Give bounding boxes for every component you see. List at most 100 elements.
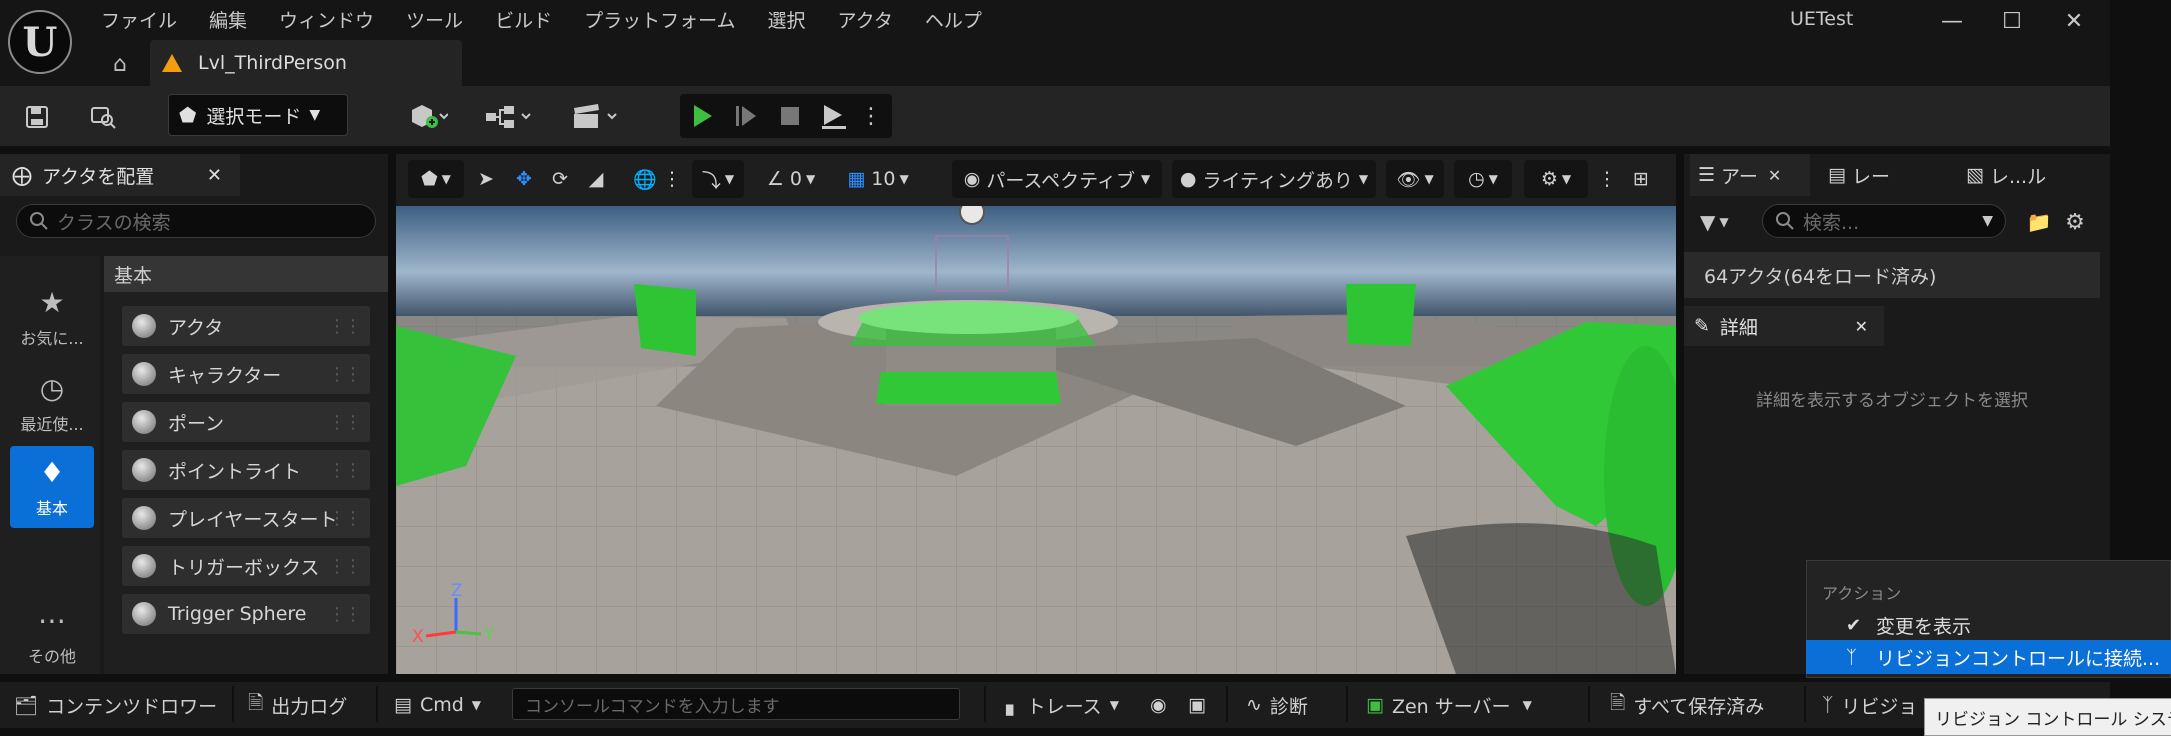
divider: [1804, 686, 1806, 722]
perspective-dropdown[interactable]: ◉ パースペクティブ ▼: [952, 160, 1162, 198]
drag-handle-icon[interactable]: ⋮⋮: [328, 604, 362, 625]
play-icon[interactable]: [680, 94, 724, 138]
zen-server-dropdown[interactable]: ▣ Zen サーバー ▼: [1366, 686, 1532, 724]
lighting-dropdown[interactable]: ● ライティングあり ▼: [1172, 160, 1376, 198]
translate-tool-icon[interactable]: ✥: [508, 160, 540, 198]
menu-window[interactable]: ウィンドウ: [263, 4, 390, 38]
gear-icon: ⚙: [1540, 168, 1558, 190]
select-tool-icon[interactable]: ➤: [472, 160, 500, 198]
select-mode-dropdown[interactable]: ⬟ 選択モード ▼: [168, 94, 348, 136]
add-actor-icon[interactable]: [400, 98, 456, 136]
category-recent[interactable]: ◷ 最近使...: [10, 362, 94, 444]
category-basic[interactable]: ♦ 基本: [10, 446, 94, 528]
grid-snap-dropdown[interactable]: ▦ 10 ▼: [838, 160, 918, 198]
log-icon: 🗎: [248, 692, 264, 714]
unreal-logo-icon[interactable]: U: [8, 10, 72, 74]
viewport-layout-icon[interactable]: ⊞: [1622, 160, 1660, 198]
more-options-icon[interactable]: ⋮: [662, 160, 682, 198]
cinematics-icon[interactable]: [566, 98, 626, 136]
browse-content-icon[interactable]: [86, 98, 120, 136]
category-other[interactable]: ⋯ その他: [10, 594, 94, 676]
revision-control-button[interactable]: ᛉ リビジョ: [1822, 686, 1917, 724]
layers-tab[interactable]: ▤ レー: [1828, 154, 1948, 196]
search-icon: [1776, 212, 1794, 230]
viewport-options-icon[interactable]: ⋮: [1596, 160, 1618, 198]
home-icon[interactable]: ⌂: [100, 46, 140, 82]
chevron-down-icon: ▼: [1719, 215, 1729, 229]
world-space-icon[interactable]: 🌐: [628, 160, 662, 198]
trace-dropdown[interactable]: ▖ トレース ▼: [1006, 686, 1119, 724]
close-window-button[interactable]: ✕: [2044, 2, 2104, 40]
drag-handle-icon[interactable]: ⋮⋮: [328, 364, 362, 385]
actor-item-pawn[interactable]: ポーン ⋮⋮: [122, 402, 370, 442]
chevron-down-icon: ▼: [1109, 698, 1119, 712]
all-saved-button[interactable]: 🗎 すべて保存済み: [1610, 686, 1764, 724]
screenshot-icon[interactable]: ▣: [1188, 686, 1206, 724]
viewport-scene[interactable]: Z X Y: [396, 206, 1676, 674]
drag-handle-icon[interactable]: ⋮⋮: [328, 460, 362, 481]
maximize-button[interactable]: ☐: [1982, 2, 2042, 40]
connect-revision-control-menu-item[interactable]: ᛉ リビジョンコントロールに接続...: [1806, 640, 2171, 674]
output-log-button[interactable]: 🗎 出力ログ: [248, 686, 347, 724]
actor-item-trigger-box[interactable]: トリガーボックス ⋮⋮: [122, 546, 370, 586]
advance-frame-icon[interactable]: [724, 94, 768, 138]
save-icon[interactable]: [20, 98, 54, 136]
player-start-icon[interactable]: [959, 206, 985, 225]
close-icon[interactable]: ✕: [1855, 317, 1868, 336]
menu-section-header: アクション: [1822, 584, 1902, 603]
levels-tab[interactable]: ▧ レ...ル: [1966, 154, 2076, 196]
category-favorites[interactable]: ★ お気に...: [10, 276, 94, 358]
outliner-tab[interactable]: ☰ アー ✕: [1690, 154, 1810, 196]
viewport-settings-dropdown[interactable]: ⚙ ▼: [1524, 160, 1588, 198]
drag-handle-icon[interactable]: ⋮⋮: [328, 316, 362, 337]
close-icon[interactable]: ✕: [1768, 166, 1781, 185]
menu-platform[interactable]: プラットフォーム: [568, 4, 751, 38]
scale-tool-icon[interactable]: ◢: [580, 160, 612, 198]
actor-item-player-start[interactable]: プレイヤースタート ⋮⋮: [122, 498, 370, 538]
place-actors-tab[interactable]: ⨁ アクタを配置 ✕: [0, 154, 240, 196]
rotation-snap-dropdown[interactable]: ∠ 0 ▼: [756, 160, 826, 198]
diagnostics-button[interactable]: ∿ 診断: [1246, 686, 1308, 724]
menu-edit[interactable]: 編集: [193, 4, 263, 38]
show-flags-dropdown[interactable]: 👁 ▼: [1386, 160, 1444, 198]
content-drawer-button[interactable]: 🗂 コンテンツドロワー: [14, 686, 217, 724]
menu-help[interactable]: ヘルプ: [909, 4, 998, 38]
performance-dropdown[interactable]: ◷ ▼: [1454, 160, 1512, 198]
window-title: UETest: [1790, 8, 1854, 30]
actor-item-actor[interactable]: アクタ ⋮⋮: [122, 306, 370, 346]
eject-icon[interactable]: [812, 94, 856, 138]
details-tab[interactable]: ✎ 詳細 ✕: [1684, 306, 1884, 346]
stop-icon[interactable]: [768, 94, 812, 138]
transform-mode-dropdown[interactable]: ⬟ ▼: [408, 160, 464, 198]
record-icon[interactable]: ◉: [1150, 686, 1167, 724]
revision-label: リビジョ: [1841, 695, 1918, 718]
menu-tools[interactable]: ツール: [390, 4, 479, 38]
view-changes-menu-item[interactable]: ✔ 変更を表示: [1806, 608, 2171, 642]
menu-select[interactable]: 選択: [752, 4, 822, 38]
filter-dropdown[interactable]: ▼ ▼: [1700, 206, 1752, 238]
play-options-icon[interactable]: ⋮: [856, 94, 886, 138]
divider: [984, 686, 986, 722]
minimize-button[interactable]: —: [1922, 2, 1982, 40]
actor-item-trigger-sphere[interactable]: Trigger Sphere ⋮⋮: [122, 594, 370, 634]
menu-actor[interactable]: アクタ: [822, 4, 909, 38]
gear-icon[interactable]: ⚙: [2060, 206, 2090, 238]
rotate-tool-icon[interactable]: ⟳: [544, 160, 576, 198]
add-folder-icon[interactable]: 📁: [2024, 206, 2054, 238]
drag-handle-icon[interactable]: ⋮⋮: [328, 508, 362, 529]
menu-file[interactable]: ファイル: [85, 4, 193, 38]
console-input[interactable]: コンソールコマンドを入力します: [512, 688, 960, 720]
cmd-dropdown[interactable]: ▤ Cmd ▼: [394, 686, 481, 724]
chevron-down-icon[interactable]: ▼: [1982, 213, 1993, 229]
actor-item-character[interactable]: キャラクター ⋮⋮: [122, 354, 370, 394]
surface-snap-dropdown[interactable]: ⤵ ▼: [692, 160, 744, 198]
close-icon[interactable]: ✕: [207, 165, 222, 186]
class-search-input[interactable]: クラスの検索: [16, 204, 376, 238]
menu-build[interactable]: ビルド: [479, 4, 568, 38]
actor-item-point-light[interactable]: ポイントライト ⋮⋮: [122, 450, 370, 490]
drag-handle-icon[interactable]: ⋮⋮: [328, 412, 362, 433]
blueprint-icon[interactable]: [480, 98, 540, 136]
level-tab[interactable]: Lvl_ThirdPerson: [150, 40, 462, 86]
drag-handle-icon[interactable]: ⋮⋮: [328, 556, 362, 577]
outliner-search-input[interactable]: 検索... ▼: [1762, 204, 2006, 238]
